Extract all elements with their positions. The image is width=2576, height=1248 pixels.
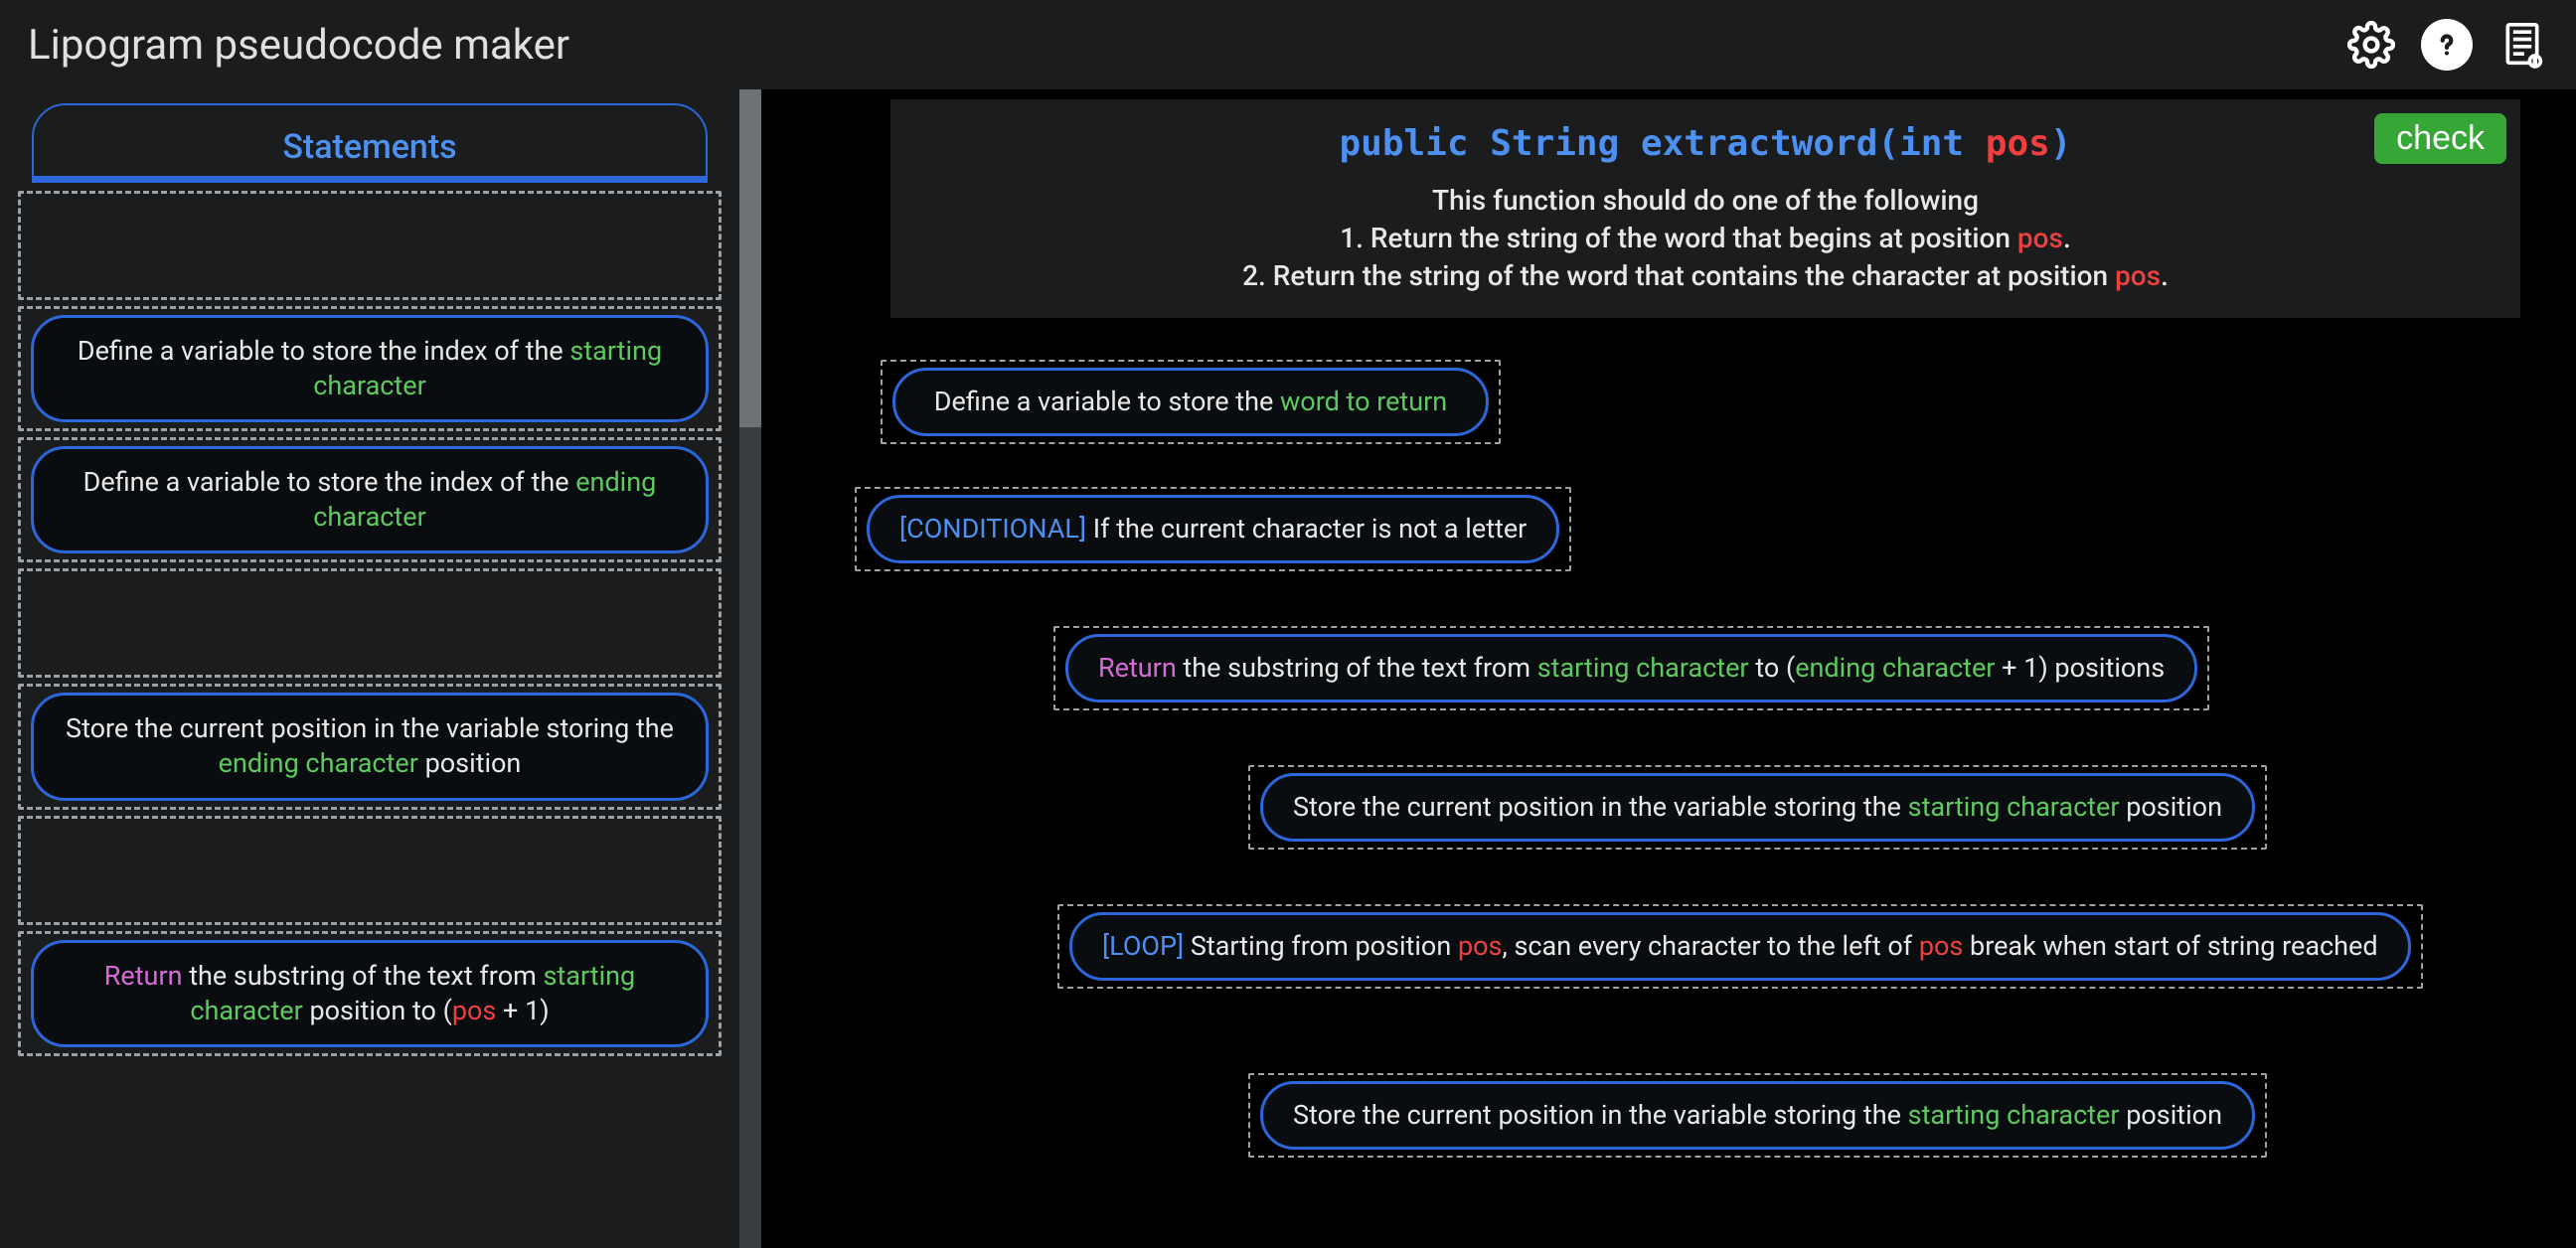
statement-slot-empty[interactable] [18,191,722,300]
canvas: check public String extractword(int pos)… [761,89,2576,1248]
prompt-keyword: pos [2115,259,2161,292]
svg-text:i: i [2534,58,2536,68]
block-text: position [2120,1099,2222,1131]
block-text: to ( [1749,652,1796,684]
sidebar-scrollbar[interactable] [739,89,761,1248]
block-text: + 1) [496,995,549,1026]
sidebar-scrollbar-thumb[interactable] [739,89,761,427]
block-text: Store the current position in the variab… [1293,791,1908,823]
statement-slot[interactable]: Define a variable to store the index of … [18,306,722,431]
check-button[interactable]: check [2374,113,2506,164]
canvas-slot[interactable]: Store the current position in the variab… [1248,1073,2267,1158]
sig-keyword: public [1339,123,1468,164]
function-signature: public String extractword(int pos) [920,123,2491,164]
sig-name: extractword [1641,123,1877,164]
sig-type: String [1490,123,1619,164]
block-text: position to ( [303,995,452,1026]
clipboard-icon[interactable]: i [2496,19,2548,71]
prompt-text: 1. Return the string of the word that be… [1340,222,2017,254]
block-tag: [CONDITIONAL] [899,513,1086,545]
statement-slot[interactable]: Return the substring of the text from st… [18,931,722,1056]
block-keyword: pos [452,995,497,1026]
prompt-keyword: pos [2017,222,2063,254]
statement-slot[interactable]: Store the current position in the variab… [18,684,722,809]
block-keyword: pos [1458,930,1503,962]
block-text: Define a variable to store the index of … [78,335,570,367]
statement-block[interactable]: Define a variable to store the index of … [31,315,709,422]
statement-block[interactable]: Store the current position in the variab… [31,693,709,800]
block-text: If the current character is not a letter [1086,513,1527,545]
prompt-line: 1. Return the string of the word that be… [920,220,2491,257]
canvas-slot[interactable]: [LOOP] Starting from position pos, scan … [1057,904,2423,989]
block-keyword: pos [1919,930,1964,962]
canvas-slot[interactable]: Define a variable to store the word to r… [881,360,1501,444]
settings-icon[interactable] [2345,19,2397,71]
block-keyword: ending character [1795,652,1995,684]
canvas-slot[interactable]: Store the current position in the variab… [1248,765,2267,850]
canvas-block[interactable]: Store the current position in the variab… [1260,773,2255,842]
help-icon[interactable] [2421,19,2473,71]
prompt-text: 2. Return the string of the word that co… [1242,259,2115,292]
block-text: position [418,747,521,779]
block-keyword: Return [1098,652,1177,684]
block-keyword: starting character [1908,1099,2120,1131]
canvas-block[interactable]: Store the current position in the variab… [1260,1081,2255,1150]
sig-paren: ( [1877,123,1899,164]
prompt-body: This function should do one of the follo… [920,182,2491,294]
canvas-slot[interactable]: [CONDITIONAL] If the current character i… [855,487,1571,571]
canvas-block[interactable]: Return the substring of the text from st… [1065,634,2197,702]
canvas-block[interactable]: [LOOP] Starting from position pos, scan … [1069,912,2411,981]
block-keyword: Return [104,960,183,992]
prompt-line: This function should do one of the follo… [920,182,2491,220]
prompt-text: . [2063,222,2071,254]
block-text: break when start of string reached [1963,930,2377,962]
canvas-block[interactable]: Define a variable to store the word to r… [892,368,1489,436]
block-keyword: starting character [1908,791,2120,823]
statement-slot-empty[interactable] [18,568,722,678]
sig-paren: ) [2050,123,2072,164]
canvas-block[interactable]: [CONDITIONAL] If the current character i… [867,495,1559,563]
sig-argtype: int [1899,123,1964,164]
block-text: the substring of the text from [183,960,544,992]
header-icons: i [2345,19,2548,71]
block-text: , scan every character to the left of [1502,930,1918,962]
app-header: Lipogram pseudocode maker i [0,0,2576,89]
block-keyword: ending character [219,747,418,779]
block-keyword: starting character [1537,652,1749,684]
block-text: Starting from position [1184,930,1458,962]
statements-tab[interactable]: Statements [32,103,708,183]
prompt-panel: check public String extractword(int pos)… [890,99,2520,318]
statement-block[interactable]: Define a variable to store the index of … [31,446,709,553]
app-title: Lipogram pseudocode maker [28,21,569,70]
main-area: Statements Define a variable to store th… [0,89,2576,1248]
block-text: + 1) positions [1995,652,2165,684]
block-text: Define a variable to store the [934,386,1280,417]
block-text: position [2120,791,2222,823]
block-text: Define a variable to store the index of … [83,466,576,498]
prompt-text: . [2161,259,2169,292]
block-text: Store the current position in the variab… [66,712,674,744]
statement-slot-empty[interactable] [18,816,722,925]
statements-sidebar: Statements Define a variable to store th… [0,89,739,1248]
block-tag: [LOOP] [1102,930,1184,962]
block-keyword: word to return [1280,386,1447,417]
block-text: Store the current position in the variab… [1293,1099,1908,1131]
statement-slot[interactable]: Define a variable to store the index of … [18,437,722,562]
statement-block[interactable]: Return the substring of the text from st… [31,940,709,1047]
block-text: the substring of the text from [1177,652,1537,684]
statements-tab-label: Statements [282,127,456,167]
sig-arg: pos [1986,123,2050,164]
canvas-slot[interactable]: Return the substring of the text from st… [1053,626,2209,710]
prompt-line: 2. Return the string of the word that co… [920,257,2491,295]
